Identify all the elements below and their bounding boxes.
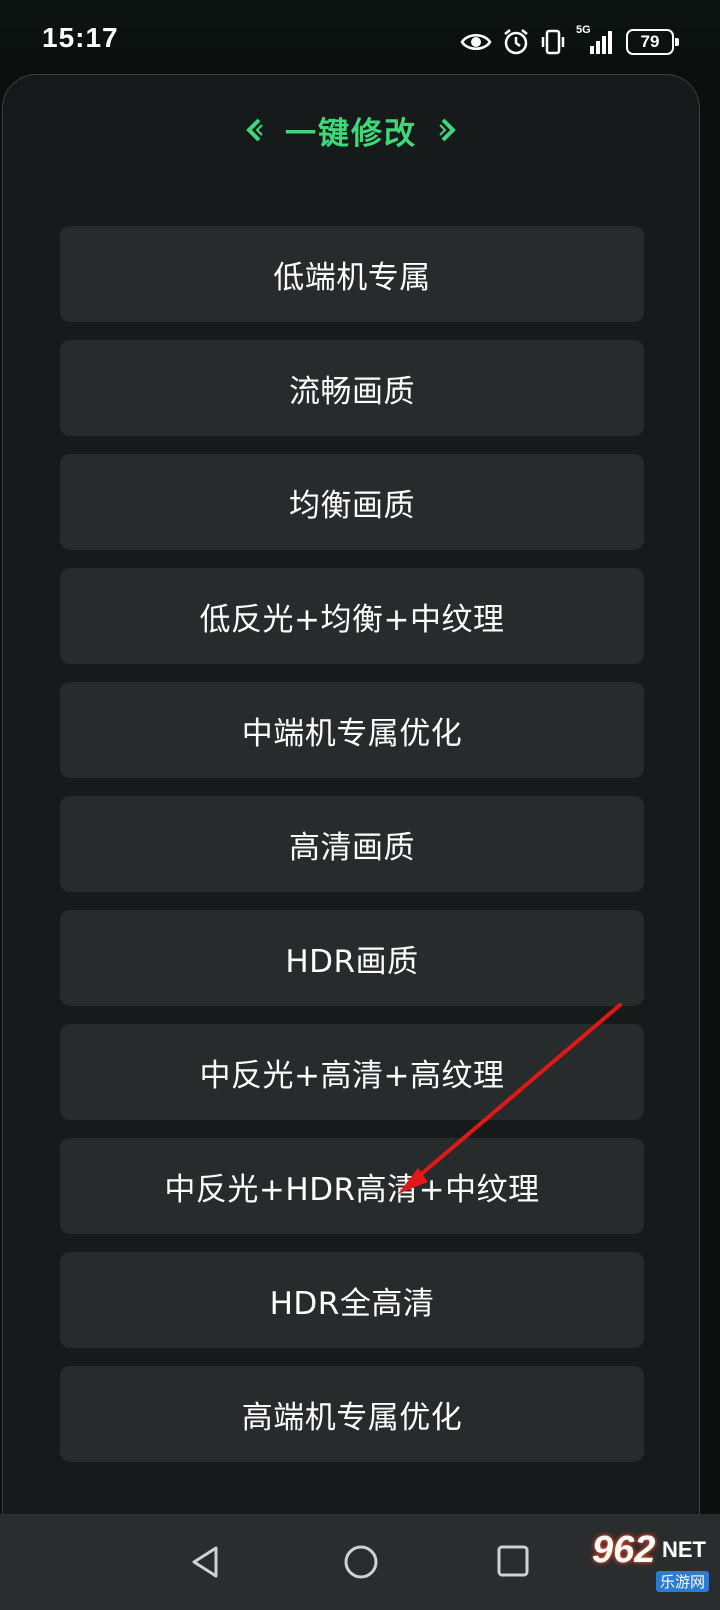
signal-icon: 5G bbox=[576, 24, 616, 56]
eye-icon bbox=[460, 31, 492, 53]
option-button[interactable]: 低端机专属 bbox=[60, 226, 644, 322]
vibrate-icon bbox=[540, 28, 566, 56]
preset-option-list: 低端机专属 流畅画质 均衡画质 低反光+均衡+中纹理 中端机专属优化 高清画质 … bbox=[60, 226, 644, 1480]
watermark-number: 962 bbox=[592, 1529, 656, 1571]
option-button[interactable]: 均衡画质 bbox=[60, 454, 644, 550]
option-button[interactable]: HDR画质 bbox=[60, 910, 644, 1006]
option-button[interactable]: 高端机专属优化 bbox=[60, 1366, 644, 1462]
option-button[interactable]: 流畅画质 bbox=[60, 340, 644, 436]
back-icon[interactable] bbox=[188, 1544, 222, 1580]
option-button[interactable]: 中端机专属优化 bbox=[60, 682, 644, 778]
chevron-right-icon bbox=[439, 118, 456, 142]
option-button[interactable]: 低反光+均衡+中纹理 bbox=[60, 568, 644, 664]
option-button[interactable]: 高清画质 bbox=[60, 796, 644, 892]
panel-title: 一键修改 bbox=[285, 115, 417, 152]
option-button[interactable]: 中反光+HDR高清+中纹理 bbox=[60, 1138, 644, 1234]
watermark-suffix: NET bbox=[662, 1537, 706, 1562]
watermark-sub: 乐游网 bbox=[656, 1571, 710, 1592]
settings-panel: 一键修改 低端机专属 流畅画质 均衡画质 低反光+均衡+中纹理 中端机专属优化 … bbox=[2, 74, 700, 1514]
option-button[interactable]: 中反光+高清+高纹理 bbox=[60, 1024, 644, 1120]
home-icon[interactable] bbox=[343, 1544, 379, 1580]
status-time: 15:17 bbox=[42, 22, 119, 53]
status-icons: 5G 79 bbox=[460, 24, 679, 58]
recents-icon[interactable] bbox=[496, 1544, 530, 1578]
battery-icon: 79 bbox=[626, 29, 679, 55]
option-button[interactable]: HDR全高清 bbox=[60, 1252, 644, 1348]
alarm-icon bbox=[502, 28, 530, 56]
chevron-left-icon bbox=[246, 118, 263, 142]
panel-header: 一键修改 bbox=[3, 105, 699, 155]
status-bar: 15:17 5G 79 bbox=[0, 0, 720, 80]
site-watermark: 962 NET 乐游网 bbox=[584, 1527, 714, 1601]
